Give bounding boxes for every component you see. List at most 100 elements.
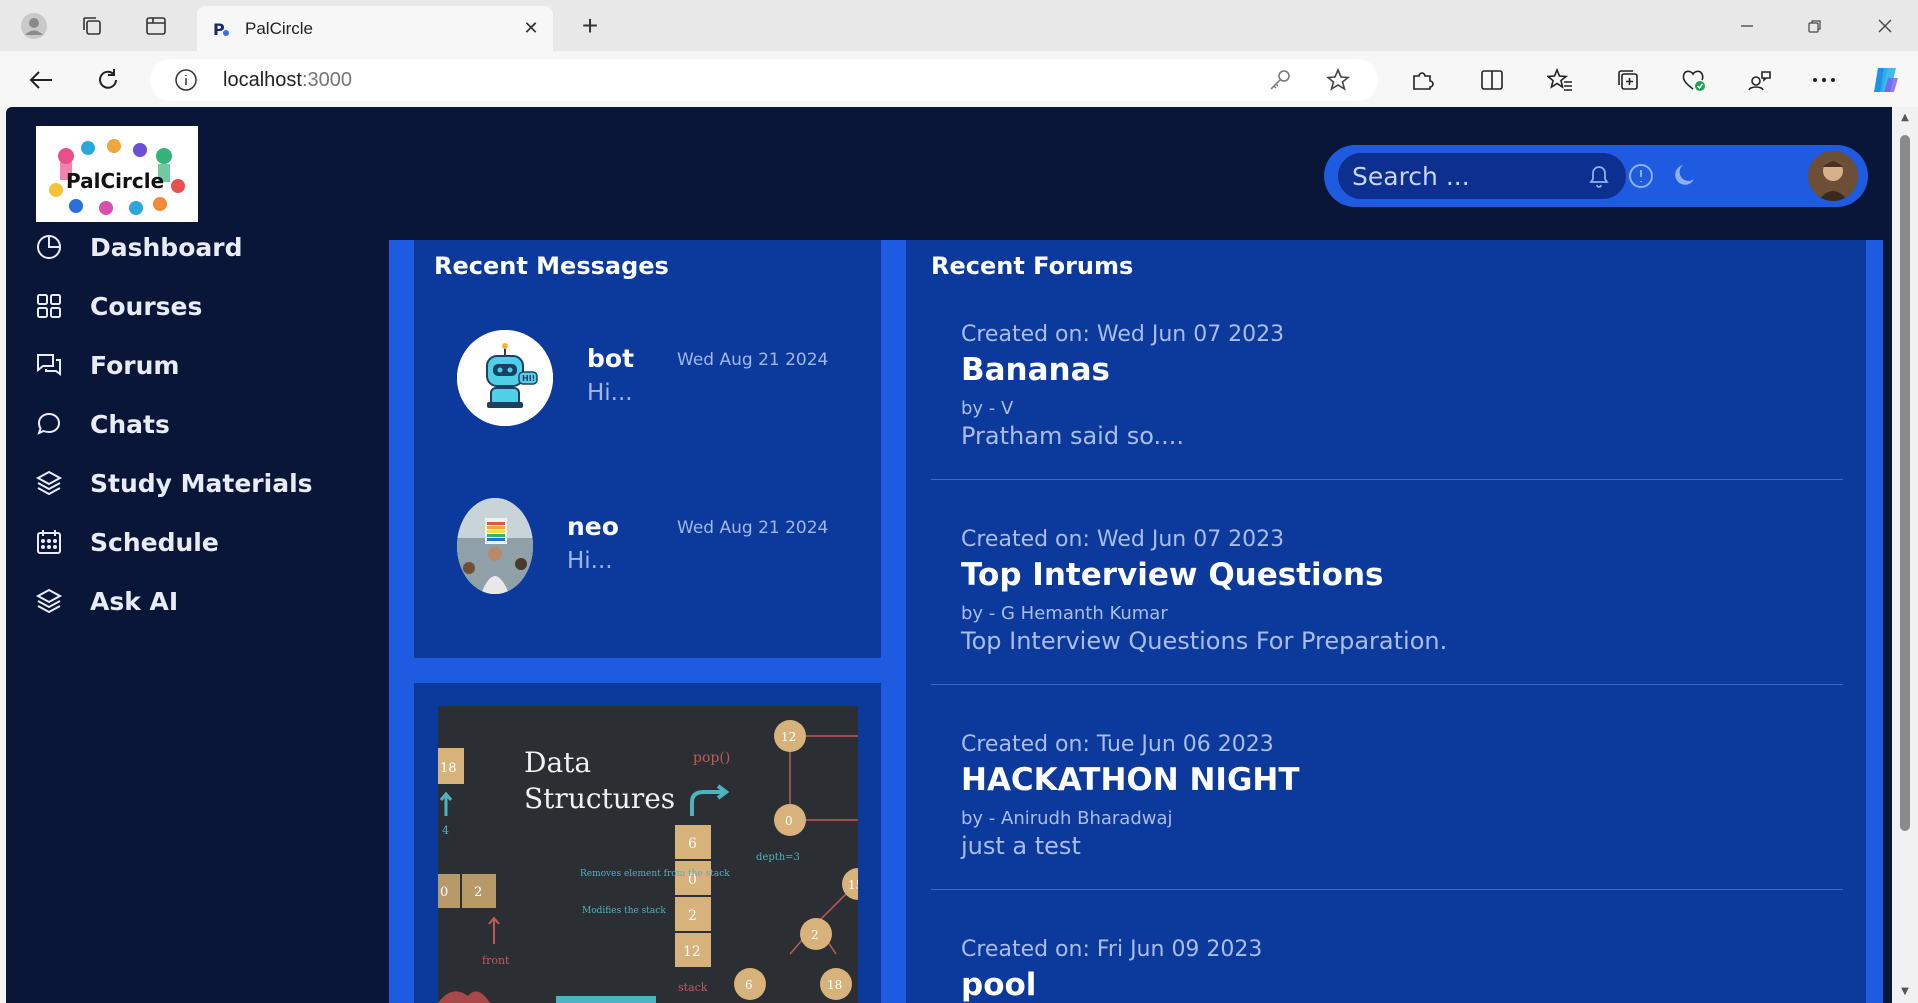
- address-bar[interactable]: localhost:3000: [150, 59, 1378, 101]
- forum-created-date: Created on: Tue Jun 06 2023: [961, 732, 1274, 757]
- bot-avatar: HI!: [457, 330, 553, 426]
- svg-text:2: 2: [688, 908, 697, 924]
- collections-icon[interactable]: [1612, 64, 1644, 96]
- sidebar-item-label: Ask AI: [90, 586, 179, 616]
- forum-divider: [931, 684, 1843, 685]
- back-icon[interactable]: [24, 63, 58, 97]
- alert-circle-icon[interactable]: [1624, 159, 1658, 193]
- site-info-icon[interactable]: [174, 68, 198, 92]
- data-structures-image: 18 4 0 2 front Data Structures pop() 6 0…: [438, 706, 858, 1003]
- more-options-icon[interactable]: [1808, 64, 1840, 96]
- svg-text:Removes element from the stack: Removes element from the stack: [580, 869, 730, 879]
- forum-item[interactable]: Created on: Tue Jun 06 2023 HACKATHON NI…: [931, 732, 1843, 900]
- app-page: PalCircle Dashboard Courses: [6, 107, 1892, 1003]
- grid-icon: [34, 291, 64, 321]
- browser-tab-bar: P PalCircle ✕ +: [0, 0, 1918, 51]
- sidebar-item-study-materials[interactable]: Study Materials: [34, 463, 313, 503]
- forum-title: Bananas: [961, 352, 1110, 388]
- forum-item[interactable]: Created on: Wed Jun 07 2023 Top Intervie…: [931, 527, 1843, 695]
- svg-text:18: 18: [827, 978, 842, 992]
- moon-icon[interactable]: [1666, 159, 1700, 193]
- forum-created-date: Created on: Wed Jun 07 2023: [961, 322, 1285, 347]
- sidebar-item-label: Dashboard: [90, 232, 243, 262]
- forum-description: just a test: [961, 832, 1081, 860]
- message-item[interactable]: HI! bot Wed Aug 21 2024 Hi...: [414, 330, 881, 440]
- page-scrollbar[interactable]: ▲ ▼: [1892, 107, 1918, 1003]
- forum-created-date: Created on: Fri Jun 09 2023: [961, 937, 1263, 962]
- sidebar-item-label: Forum: [90, 350, 180, 380]
- message-preview: Hi...: [587, 380, 633, 406]
- svg-text:12: 12: [683, 944, 701, 960]
- main-content: Recent Messages HI! bot Wed Aug 21 2024 …: [389, 240, 1883, 1003]
- close-window-icon[interactable]: [1862, 10, 1908, 42]
- favorite-star-icon[interactable]: [1325, 67, 1351, 92]
- message-date: Wed Aug 21 2024: [677, 350, 829, 370]
- scrollbar-thumb[interactable]: [1900, 135, 1910, 831]
- workspaces-icon[interactable]: [76, 10, 108, 42]
- message-preview: Hi...: [567, 548, 613, 574]
- forum-title: Top Interview Questions: [961, 557, 1384, 593]
- key-icon[interactable]: [1268, 68, 1292, 92]
- restore-icon[interactable]: [1792, 10, 1838, 42]
- logo-text: PalCircle: [66, 169, 164, 193]
- forum-description: Pratham said so....: [961, 422, 1184, 450]
- study-material-card[interactable]: 18 4 0 2 front Data Structures pop() 6 0…: [414, 683, 881, 1003]
- scroll-down-icon[interactable]: ▼: [1899, 987, 1911, 997]
- svg-text:18: 18: [440, 761, 457, 776]
- message-item[interactable]: neo Wed Aug 21 2024 Hi...: [414, 498, 881, 608]
- sidebar-item-label: Chats: [90, 409, 170, 439]
- palcircle-logo[interactable]: PalCircle: [36, 126, 198, 222]
- user-avatar[interactable]: [1808, 151, 1858, 201]
- sidebar-item-chats[interactable]: Chats: [34, 404, 170, 444]
- message-date: Wed Aug 21 2024: [677, 518, 829, 538]
- neo-avatar: [457, 498, 533, 594]
- sidebar-item-label: Schedule: [90, 527, 219, 557]
- svg-text:depth=3: depth=3: [756, 852, 800, 863]
- recent-forums-title: Recent Forums: [931, 252, 1134, 280]
- copilot-icon[interactable]: [1870, 64, 1902, 96]
- sidebar-item-label: Study Materials: [90, 468, 313, 498]
- browser-essentials-icon[interactable]: [1678, 64, 1710, 96]
- close-tab-icon[interactable]: ✕: [521, 18, 541, 39]
- svg-text:HI!: HI!: [522, 374, 535, 383]
- share-profile-icon[interactable]: [1744, 64, 1776, 96]
- browser-tab-active[interactable]: P PalCircle ✕: [197, 6, 553, 51]
- forum-author: by - V: [961, 398, 1014, 419]
- forum-item[interactable]: Created on: Wed Jun 07 2023 Bananas by -…: [931, 322, 1843, 490]
- svg-text:P: P: [213, 20, 225, 39]
- reload-icon[interactable]: [91, 63, 125, 97]
- svg-text:0: 0: [440, 885, 448, 900]
- profile-icon[interactable]: [18, 10, 50, 42]
- svg-text:6: 6: [688, 836, 697, 852]
- tab-title: PalCircle: [245, 18, 314, 38]
- calendar-icon: [34, 527, 64, 557]
- minimize-icon[interactable]: [1724, 10, 1770, 42]
- forum-divider: [931, 479, 1843, 480]
- forum-description: Top Interview Questions For Preparation.: [961, 627, 1448, 655]
- favorites-icon[interactable]: [1544, 64, 1576, 96]
- sidebar-item-dashboard[interactable]: Dashboard: [34, 227, 242, 267]
- sidebar-item-forum[interactable]: Forum: [34, 345, 179, 385]
- forum-title: pool: [961, 967, 1037, 1003]
- svg-text:front: front: [482, 954, 510, 967]
- sidebar-item-ask-ai[interactable]: Ask AI: [34, 581, 178, 621]
- pie-chart-icon: [34, 232, 64, 262]
- sidebar-item-courses[interactable]: Courses: [34, 286, 202, 326]
- scroll-up-icon[interactable]: ▲: [1899, 113, 1911, 123]
- forum-divider: [931, 889, 1843, 890]
- svg-text:stack: stack: [678, 981, 708, 994]
- extensions-icon[interactable]: [1406, 64, 1438, 96]
- bell-icon[interactable]: [1582, 159, 1616, 193]
- sidebar-item-schedule[interactable]: Schedule: [34, 522, 219, 562]
- forum-item[interactable]: Created on: Fri Jun 09 2023 pool: [931, 937, 1843, 1003]
- new-tab-icon[interactable]: +: [574, 10, 606, 42]
- forum-title: HACKATHON NIGHT: [961, 762, 1300, 798]
- svg-text:pop(): pop(): [693, 750, 730, 766]
- palcircle-favicon-icon: P: [211, 19, 231, 39]
- forum-author: by - G Hemanth Kumar: [961, 603, 1168, 624]
- split-screen-icon[interactable]: [1476, 64, 1508, 96]
- tab-actions-icon[interactable]: [140, 10, 172, 42]
- forum-author: by - Anirudh Bharadwaj: [961, 808, 1173, 829]
- recent-messages-panel: Recent Messages HI! bot Wed Aug 21 2024 …: [414, 240, 881, 658]
- recent-forums-panel: Recent Forums Created on: Wed Jun 07 202…: [906, 240, 1866, 1003]
